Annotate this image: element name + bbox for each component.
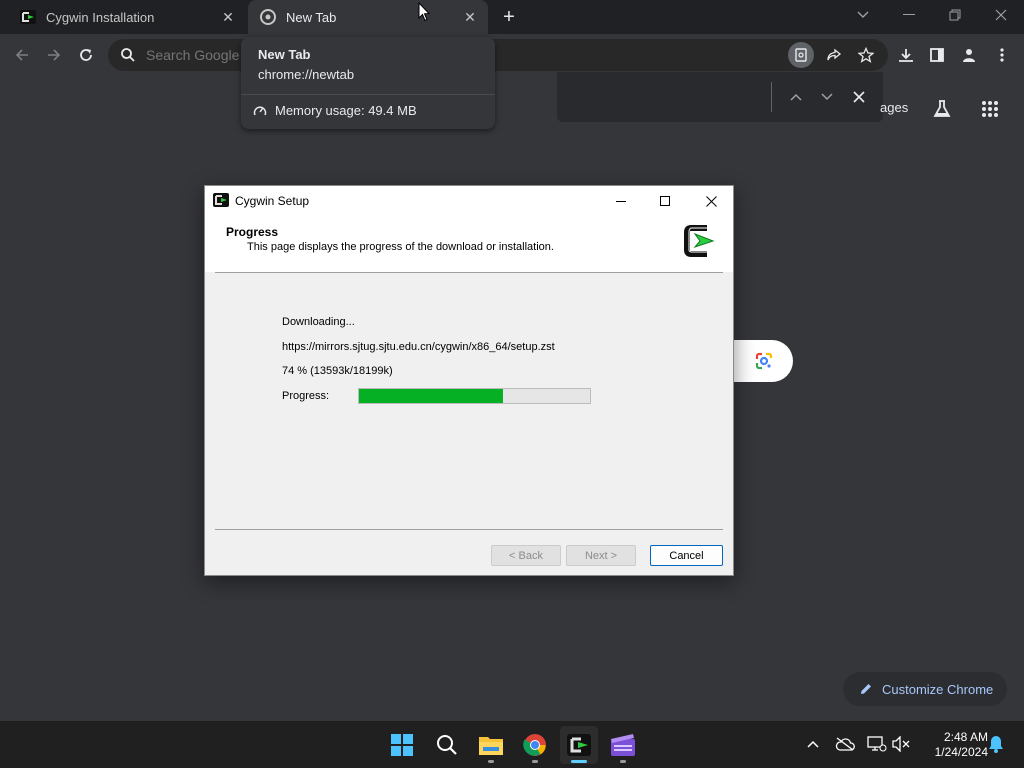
bookmark-star-icon[interactable] — [853, 42, 879, 68]
memory-usage-text: Memory usage: 49.4 MB — [275, 103, 417, 118]
hover-card-divider — [241, 94, 495, 95]
profile-avatar-icon[interactable] — [956, 42, 982, 68]
dialog-minimize-icon[interactable] — [609, 190, 633, 212]
minimize-icon[interactable] — [896, 4, 922, 26]
progress-bar — [358, 388, 591, 404]
cygwin-app-icon — [213, 193, 229, 207]
notification-bell-icon[interactable] — [985, 733, 1007, 755]
header-divider — [215, 272, 723, 273]
tab-strip: Cygwin Installation ✕ New Tab ✕ + — [0, 0, 1024, 34]
images-link[interactable]: ages — [880, 100, 908, 115]
cygwin-setup-dialog: Cygwin Setup Progress This page displays… — [204, 185, 734, 576]
apps-grid-icon[interactable] — [977, 96, 1003, 122]
clock-date: 1/24/2024 — [934, 745, 988, 759]
menu-kebab-icon[interactable] — [989, 42, 1015, 68]
chrome-taskbar-icon[interactable] — [516, 726, 554, 764]
network-icon[interactable] — [866, 733, 888, 755]
close-tab-icon[interactable]: ✕ — [460, 7, 480, 27]
reload-icon[interactable] — [73, 42, 99, 68]
onedrive-offline-icon[interactable] — [834, 733, 856, 755]
cygwin-logo-icon — [684, 225, 715, 257]
tab-hover-card: New Tab chrome://newtab Memory usage: 49… — [241, 37, 495, 129]
close-tab-icon[interactable]: ✕ — [218, 7, 238, 27]
dialog-maximize-icon[interactable] — [653, 190, 677, 212]
download-status-text: Downloading... — [282, 316, 355, 328]
running-indicator — [488, 760, 494, 763]
hover-card-title: New Tab — [258, 47, 311, 62]
labs-flask-icon[interactable] — [929, 96, 955, 122]
running-indicator — [532, 760, 538, 763]
tab-new-tab[interactable]: New Tab ✕ — [248, 0, 488, 34]
system-clock[interactable]: 2:48 AM 1/24/2024 — [918, 730, 988, 760]
volume-muted-icon[interactable] — [891, 733, 913, 755]
progress-bar-fill — [359, 389, 504, 403]
mouse-cursor-icon — [418, 2, 430, 22]
customize-chrome-label: Customize Chrome — [882, 681, 994, 697]
find-close-icon[interactable] — [848, 86, 870, 108]
google-lens-icon — [755, 352, 772, 370]
tab-label: Cygwin Installation — [46, 9, 155, 25]
taskbar-search-icon[interactable] — [428, 726, 466, 764]
find-next-chevron-down-icon[interactable] — [816, 86, 838, 108]
start-windows-icon[interactable] — [383, 726, 421, 764]
show-hidden-icons-chevron-icon[interactable] — [802, 733, 824, 755]
dialog-close-icon[interactable] — [699, 190, 723, 212]
file-explorer-folder-icon[interactable] — [472, 726, 510, 764]
cygwin-setup-taskbar-icon[interactable] — [560, 726, 598, 764]
download-icon[interactable] — [893, 42, 919, 68]
clock-time: 2:48 AM — [943, 730, 988, 744]
cygwin-favicon-icon — [20, 10, 36, 24]
restore-icon[interactable] — [942, 4, 968, 26]
forward-arrow-icon[interactable] — [41, 42, 67, 68]
side-panel-icon[interactable] — [924, 42, 950, 68]
address-bar[interactable] — [108, 39, 888, 71]
google-lens-button[interactable] — [734, 340, 793, 382]
dialog-header: Progress This page displays the progress… — [205, 216, 733, 272]
active-indicator — [571, 760, 587, 763]
progress-label: Progress: — [282, 390, 330, 402]
close-window-icon[interactable] — [988, 4, 1014, 26]
clipchamp-icon[interactable] — [604, 726, 642, 764]
windows-taskbar — [0, 721, 1024, 768]
dialog-titlebar[interactable]: Cygwin Setup — [205, 186, 733, 216]
tab-label: New Tab — [286, 9, 337, 25]
download-percent-text: 74 % (13593k/18199k) — [282, 365, 393, 377]
find-in-page-icon[interactable] — [788, 42, 814, 68]
browser-toolbar — [0, 34, 1024, 76]
footer-divider — [215, 529, 723, 530]
share-icon[interactable] — [821, 42, 847, 68]
running-indicator — [620, 760, 626, 763]
customize-chrome-button[interactable]: Customize Chrome — [843, 672, 1007, 706]
new-tab-plus-icon[interactable]: + — [498, 6, 520, 28]
back-button[interactable]: < Back — [491, 545, 561, 566]
chrome-favicon-icon — [260, 9, 276, 25]
find-bar-separator — [771, 82, 772, 112]
hover-card-url: chrome://newtab — [258, 67, 355, 82]
page-subtitle: This page displays the progress of the d… — [247, 241, 554, 253]
find-bar — [557, 72, 883, 122]
download-url-text: https://mirrors.sjtug.sjtu.edu.cn/cygwin… — [282, 341, 555, 353]
tab-search-chevron-icon[interactable] — [850, 4, 876, 26]
tab-cygwin-installation[interactable]: Cygwin Installation ✕ — [8, 0, 246, 34]
find-previous-chevron-up-icon[interactable] — [785, 86, 807, 108]
hover-card-memory: Memory usage: 49.4 MB — [253, 103, 417, 118]
cancel-button[interactable]: Cancel — [650, 545, 723, 566]
memory-gauge-icon — [253, 105, 267, 115]
page-title: Progress — [226, 225, 279, 239]
back-arrow-icon[interactable] — [9, 42, 35, 68]
search-icon — [121, 48, 135, 62]
pencil-icon — [861, 684, 871, 694]
dialog-title: Cygwin Setup — [235, 194, 310, 208]
next-button[interactable]: Next > — [566, 545, 636, 566]
